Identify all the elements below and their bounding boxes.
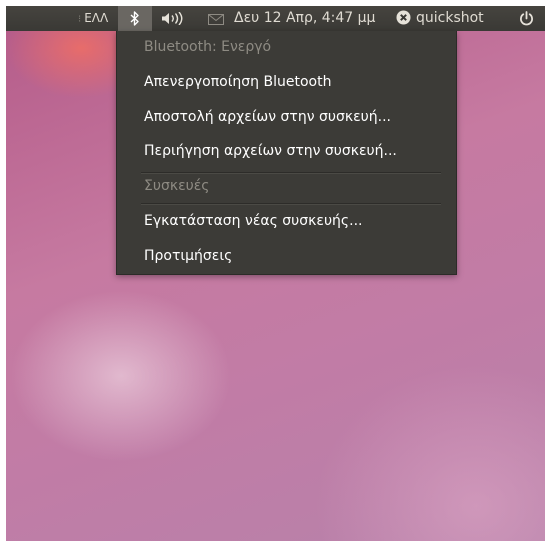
send-files-item[interactable]: Αποστολή αρχείων στην συσκευή...	[144, 105, 391, 129]
power-icon	[520, 11, 533, 26]
speaker-volume-icon	[162, 11, 183, 26]
bluetooth-menu: Bluetooth: Ενεργό Απενεργοποίηση Bluetoo…	[116, 31, 457, 275]
panel-grip-icon: ⁝	[78, 14, 82, 25]
turn-off-bluetooth-item[interactable]: Απενεργοποίηση Bluetooth	[144, 70, 331, 94]
devices-header: Συσκευές	[144, 178, 210, 194]
preferences-item[interactable]: Προτιμήσεις	[144, 244, 232, 268]
browse-files-item[interactable]: Περιήγηση αρχείων στην συσκευή...	[144, 139, 397, 163]
session-menu[interactable]	[519, 6, 534, 31]
volume-indicator[interactable]	[162, 6, 184, 31]
user-name: quickshot	[416, 10, 484, 26]
envelope-icon	[208, 14, 224, 25]
messaging-indicator[interactable]	[208, 6, 224, 31]
keyboard-layout-indicator[interactable]: ⁝ ΕΛΛ	[78, 6, 108, 31]
offline-status-icon	[396, 10, 411, 25]
bluetooth-indicator[interactable]	[118, 6, 152, 31]
menu-separator	[141, 203, 441, 205]
user-menu[interactable]: quickshot	[396, 6, 484, 31]
bluetooth-icon	[130, 11, 139, 26]
bluetooth-status-label: Bluetooth: Ενεργό	[144, 39, 272, 55]
clock[interactable]: Δευ 12 Απρ, 4:47 μμ	[234, 6, 375, 31]
keyboard-layout-label: ΕΛΛ	[84, 11, 109, 25]
top-panel: ⁝ ΕΛΛ Δευ 12 Απρ, 4:47 μμ quickshot	[6, 6, 545, 31]
screen: ⁝ ΕΛΛ Δευ 12 Απρ, 4:47 μμ quickshot Blue…	[0, 0, 545, 548]
setup-new-device-item[interactable]: Εγκατάσταση νέας συσκευής...	[144, 209, 362, 233]
